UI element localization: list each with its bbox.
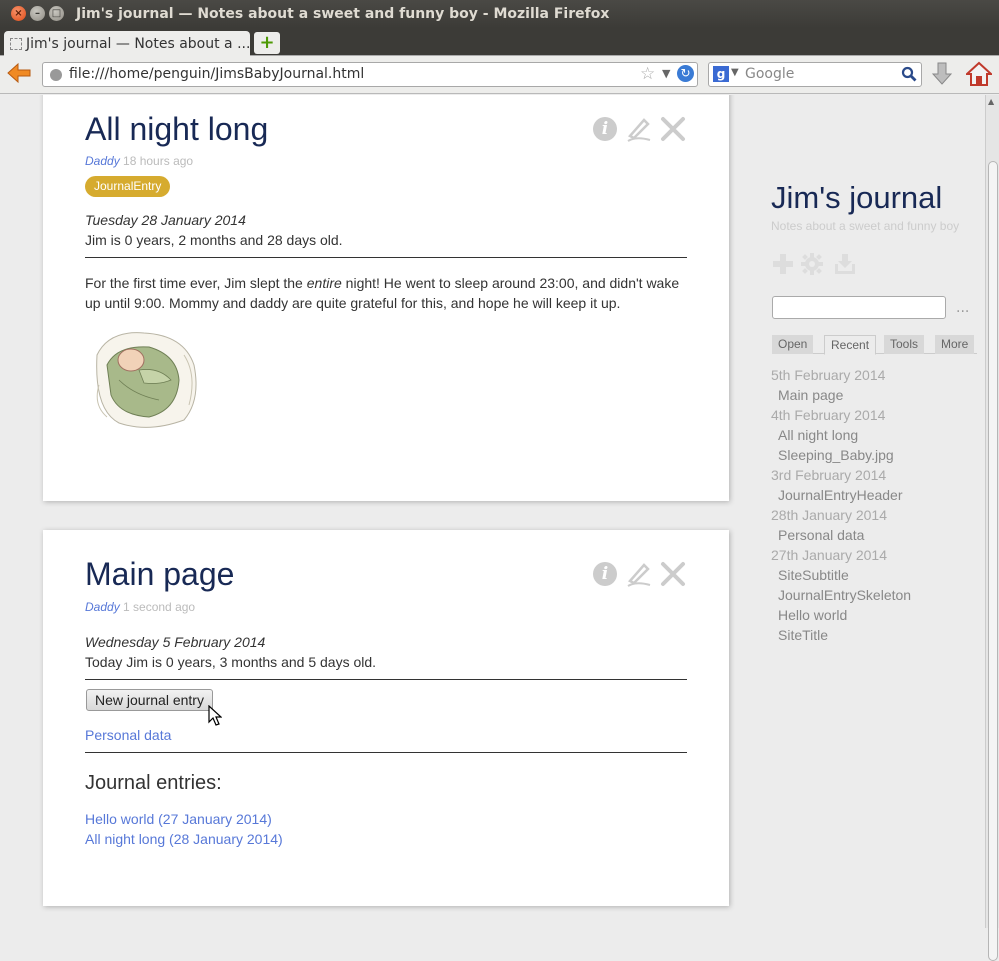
sidebar-search-input[interactable] — [772, 296, 946, 319]
download-arrow-icon — [931, 62, 953, 85]
back-arrow-icon — [7, 62, 31, 84]
divider — [85, 752, 687, 753]
recent-date: 4th February 2014 — [771, 407, 886, 423]
tab-tools[interactable]: Tools — [884, 335, 925, 354]
recent-item[interactable]: SiteSubtitle — [771, 565, 981, 585]
site-subtitle: Notes about a sweet and funny boy — [771, 219, 960, 233]
home-icon[interactable] — [966, 61, 992, 87]
window-minimize-button[interactable]: – — [30, 6, 45, 21]
author-link[interactable]: Daddy — [85, 154, 120, 168]
recent-item[interactable]: JournalEntryHeader — [771, 485, 981, 505]
page-content: All night long i Daddy 18 hours ago Jour… — [0, 95, 985, 928]
search-bar[interactable]: g ▼ Google — [708, 62, 922, 87]
info-icon[interactable]: i — [593, 562, 617, 586]
new-tab-button[interactable]: + — [254, 32, 280, 54]
journal-entry-link[interactable]: Hello world (27 January 2014) — [85, 811, 272, 827]
close-icon[interactable] — [659, 115, 687, 143]
google-engine-icon[interactable]: g — [713, 66, 729, 82]
tiddler-meta: Daddy 18 hours ago — [85, 154, 193, 168]
recent-item[interactable]: Personal data — [771, 525, 981, 545]
recent-date: 5th February 2014 — [771, 367, 886, 383]
recent-item[interactable]: SiteTitle — [771, 625, 981, 645]
edit-pencil-icon[interactable] — [626, 116, 652, 142]
recent-date: 27th January 2014 — [771, 547, 887, 563]
close-icon[interactable] — [659, 560, 687, 588]
search-engine-dropdown-icon[interactable]: ▼ — [731, 67, 739, 78]
recent-item[interactable]: Hello world — [771, 605, 981, 625]
window-close-button[interactable]: × — [11, 6, 26, 21]
search-options-button[interactable]: ... — [956, 300, 969, 316]
new-journal-entry-button[interactable]: New journal entry — [86, 689, 213, 711]
browser-tab[interactable]: Jim's journal — Notes about a ... — [4, 31, 250, 57]
settings-gear-icon[interactable] — [800, 252, 824, 276]
age-text: Today Jim is 0 years, 3 months and 5 day… — [85, 654, 377, 670]
reload-icon[interactable]: ↻ — [677, 65, 694, 82]
site-title: Jim's journal — [771, 180, 943, 215]
mouse-cursor-icon — [208, 705, 222, 726]
recent-item[interactable]: JournalEntrySkeleton — [771, 585, 981, 605]
tab-more[interactable]: More — [935, 335, 975, 354]
site-identity-icon[interactable] — [50, 69, 62, 81]
modified-time: 1 second ago — [123, 600, 196, 614]
url-bar[interactable]: file:///home/penguin/JimsBabyJournal.htm… — [42, 62, 698, 87]
recent-item[interactable]: Sleeping_Baby.jpg — [771, 445, 981, 465]
recent-item[interactable]: All night long — [771, 425, 981, 445]
recent-date: 3rd February 2014 — [771, 467, 887, 483]
vertical-scrollbar[interactable]: ▲ — [985, 95, 999, 961]
divider — [85, 257, 687, 258]
tiddler-main-page: Main page i Daddy 1 second ago Wednesday… — [43, 530, 729, 906]
scroll-up-arrow-icon[interactable]: ▲ — [988, 97, 994, 106]
tab-open[interactable]: Open — [772, 335, 814, 354]
personal-data-link[interactable]: Personal data — [85, 727, 171, 743]
window-titlebar: × – □ Jim's journal — Notes about a swee… — [0, 0, 999, 28]
url-history-dropdown-icon[interactable]: ▼ — [662, 67, 670, 80]
bookmark-star-icon[interactable]: ☆ — [640, 64, 655, 84]
modified-time: 18 hours ago — [123, 154, 194, 168]
entry-date: Tuesday 28 January 2014 — [85, 212, 246, 228]
tiddler-toolbar: i — [593, 559, 689, 589]
tiddler-toolbar: i — [593, 114, 689, 144]
search-icon[interactable] — [901, 66, 917, 82]
sleeping-baby-image[interactable] — [89, 325, 201, 429]
search-placeholder: Google — [745, 66, 795, 82]
recent-list: 5th February 2014 Main page 4th February… — [771, 365, 981, 645]
tiddler-title: Main page — [85, 556, 235, 592]
journal-entry-link[interactable]: All night long (28 January 2014) — [85, 831, 283, 847]
entry-date: Wednesday 5 February 2014 — [85, 634, 266, 650]
sidebar-tabs: Open Recent Tools More — [772, 335, 977, 355]
blank-page-icon — [10, 38, 22, 50]
journal-entries-heading: Journal entries: — [85, 772, 222, 794]
sidebar-actions — [771, 252, 861, 278]
new-tiddler-plus-icon[interactable] — [771, 252, 795, 276]
divider — [85, 679, 687, 680]
back-button[interactable] — [6, 62, 34, 86]
tag-journalentry[interactable]: JournalEntry — [85, 176, 171, 197]
browser-tab-label: Jim's journal — Notes about a ... — [26, 36, 250, 52]
tiddler-all-night-long: All night long i Daddy 18 hours ago Jour… — [43, 95, 729, 501]
url-text: file:///home/penguin/JimsBabyJournal.htm… — [69, 66, 365, 82]
scrollbar-thumb[interactable] — [988, 161, 998, 961]
author-link[interactable]: Daddy — [85, 600, 120, 614]
recent-item[interactable]: Main page — [771, 385, 981, 405]
entry-paragraph: For the first time ever, Jim slept the e… — [85, 275, 680, 311]
info-icon[interactable]: i — [593, 117, 617, 141]
window-title: Jim's journal — Notes about a sweet and … — [76, 6, 610, 22]
navigation-toolbar: file:///home/penguin/JimsBabyJournal.htm… — [0, 56, 999, 94]
downloads-button[interactable] — [931, 62, 953, 92]
tiddler-title: All night long — [85, 111, 269, 147]
age-text: Jim is 0 years, 2 months and 28 days old… — [85, 232, 343, 248]
tab-recent[interactable]: Recent — [824, 335, 877, 355]
recent-date: 28th January 2014 — [771, 507, 887, 523]
tab-strip: Jim's journal — Notes about a ... + — [0, 28, 999, 57]
edit-pencil-icon[interactable] — [626, 561, 652, 587]
save-download-icon[interactable] — [833, 252, 857, 276]
window-maximize-button[interactable]: □ — [49, 6, 64, 21]
tiddler-meta: Daddy 1 second ago — [85, 600, 195, 614]
